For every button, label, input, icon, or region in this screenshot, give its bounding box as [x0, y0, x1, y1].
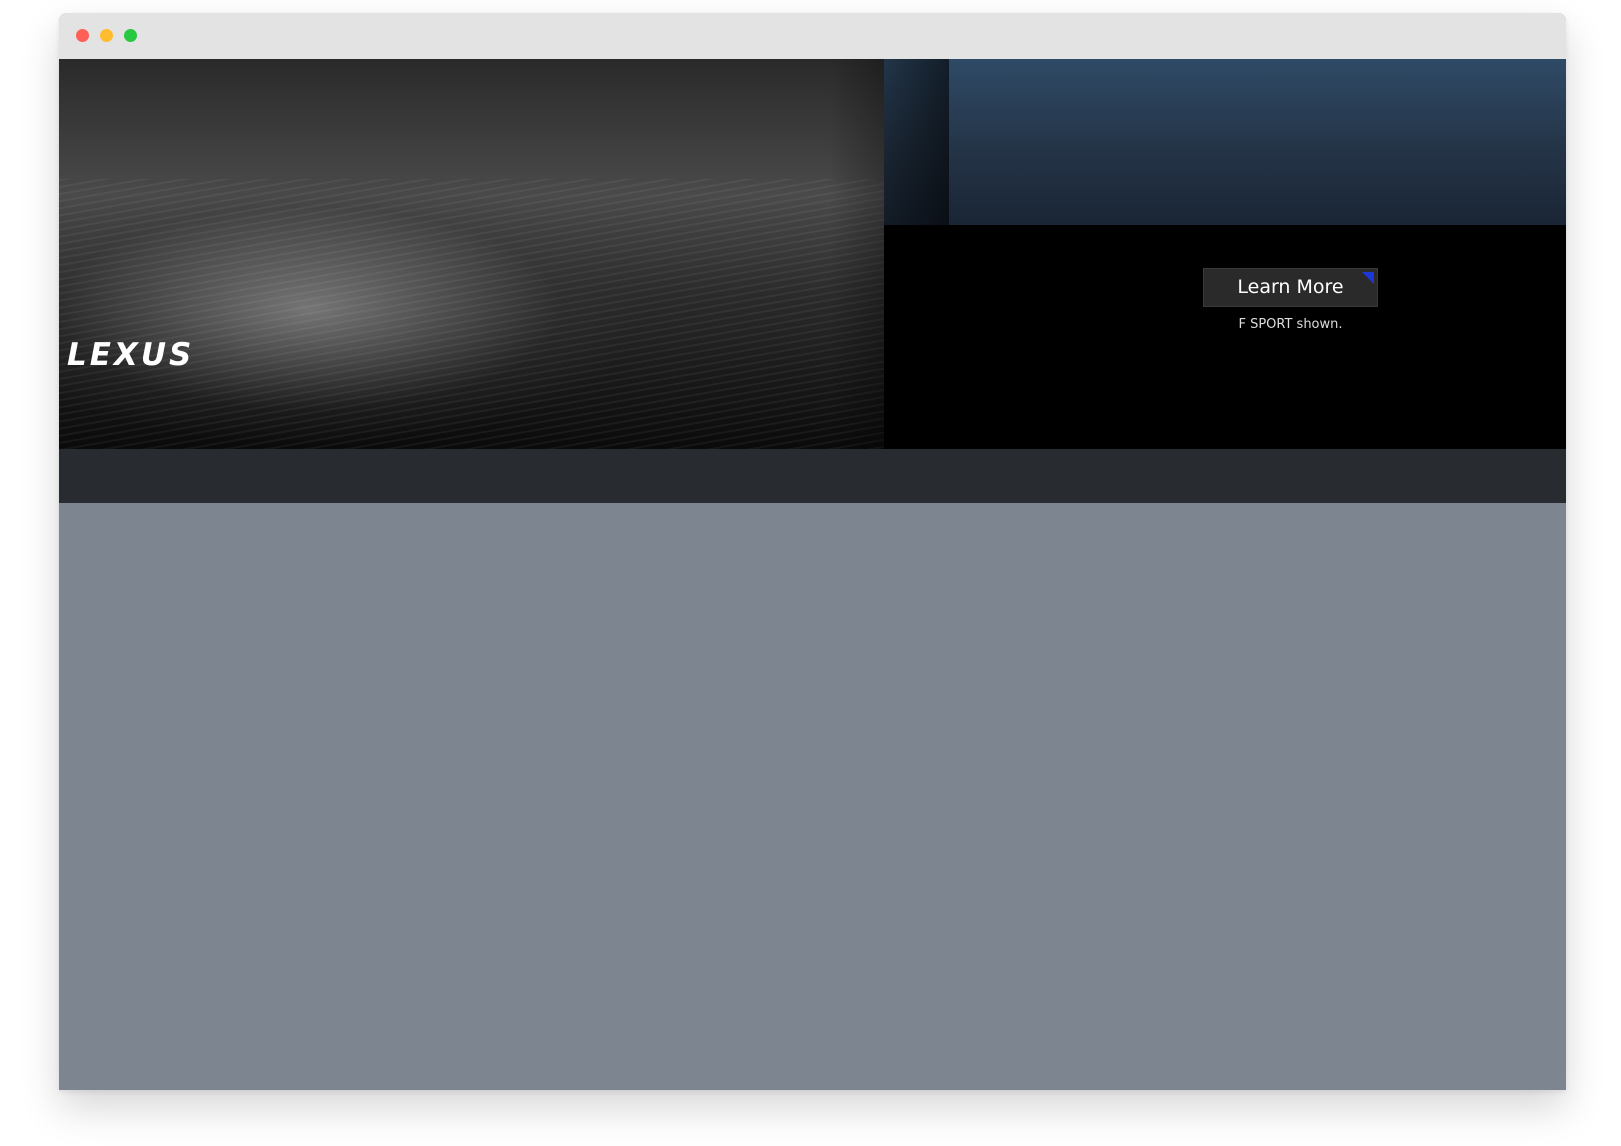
close-window-icon[interactable] — [76, 29, 89, 42]
banner-gradient — [829, 59, 949, 449]
minimize-window-icon[interactable] — [100, 29, 113, 42]
main-content-area — [59, 503, 1566, 1090]
dark-nav-bar — [59, 449, 1566, 503]
model-caption: F SPORT shown. — [1238, 317, 1343, 332]
hero-banner[interactable]: LEXUS Learn More F SPORT shown. — [59, 59, 1566, 449]
corner-accent-icon — [1362, 272, 1374, 284]
sprinter-shoe-photo — [884, 59, 1566, 225]
learn-more-button[interactable]: Learn More — [1203, 268, 1378, 307]
lexus-logo: LEXUS — [67, 337, 195, 373]
maximize-window-icon[interactable] — [124, 29, 137, 42]
road-texture — [59, 179, 884, 449]
browser-window: LEXUS Learn More F SPORT shown. — [59, 13, 1566, 1090]
learn-more-label: Learn More — [1237, 276, 1344, 298]
window-titlebar — [59, 13, 1566, 59]
